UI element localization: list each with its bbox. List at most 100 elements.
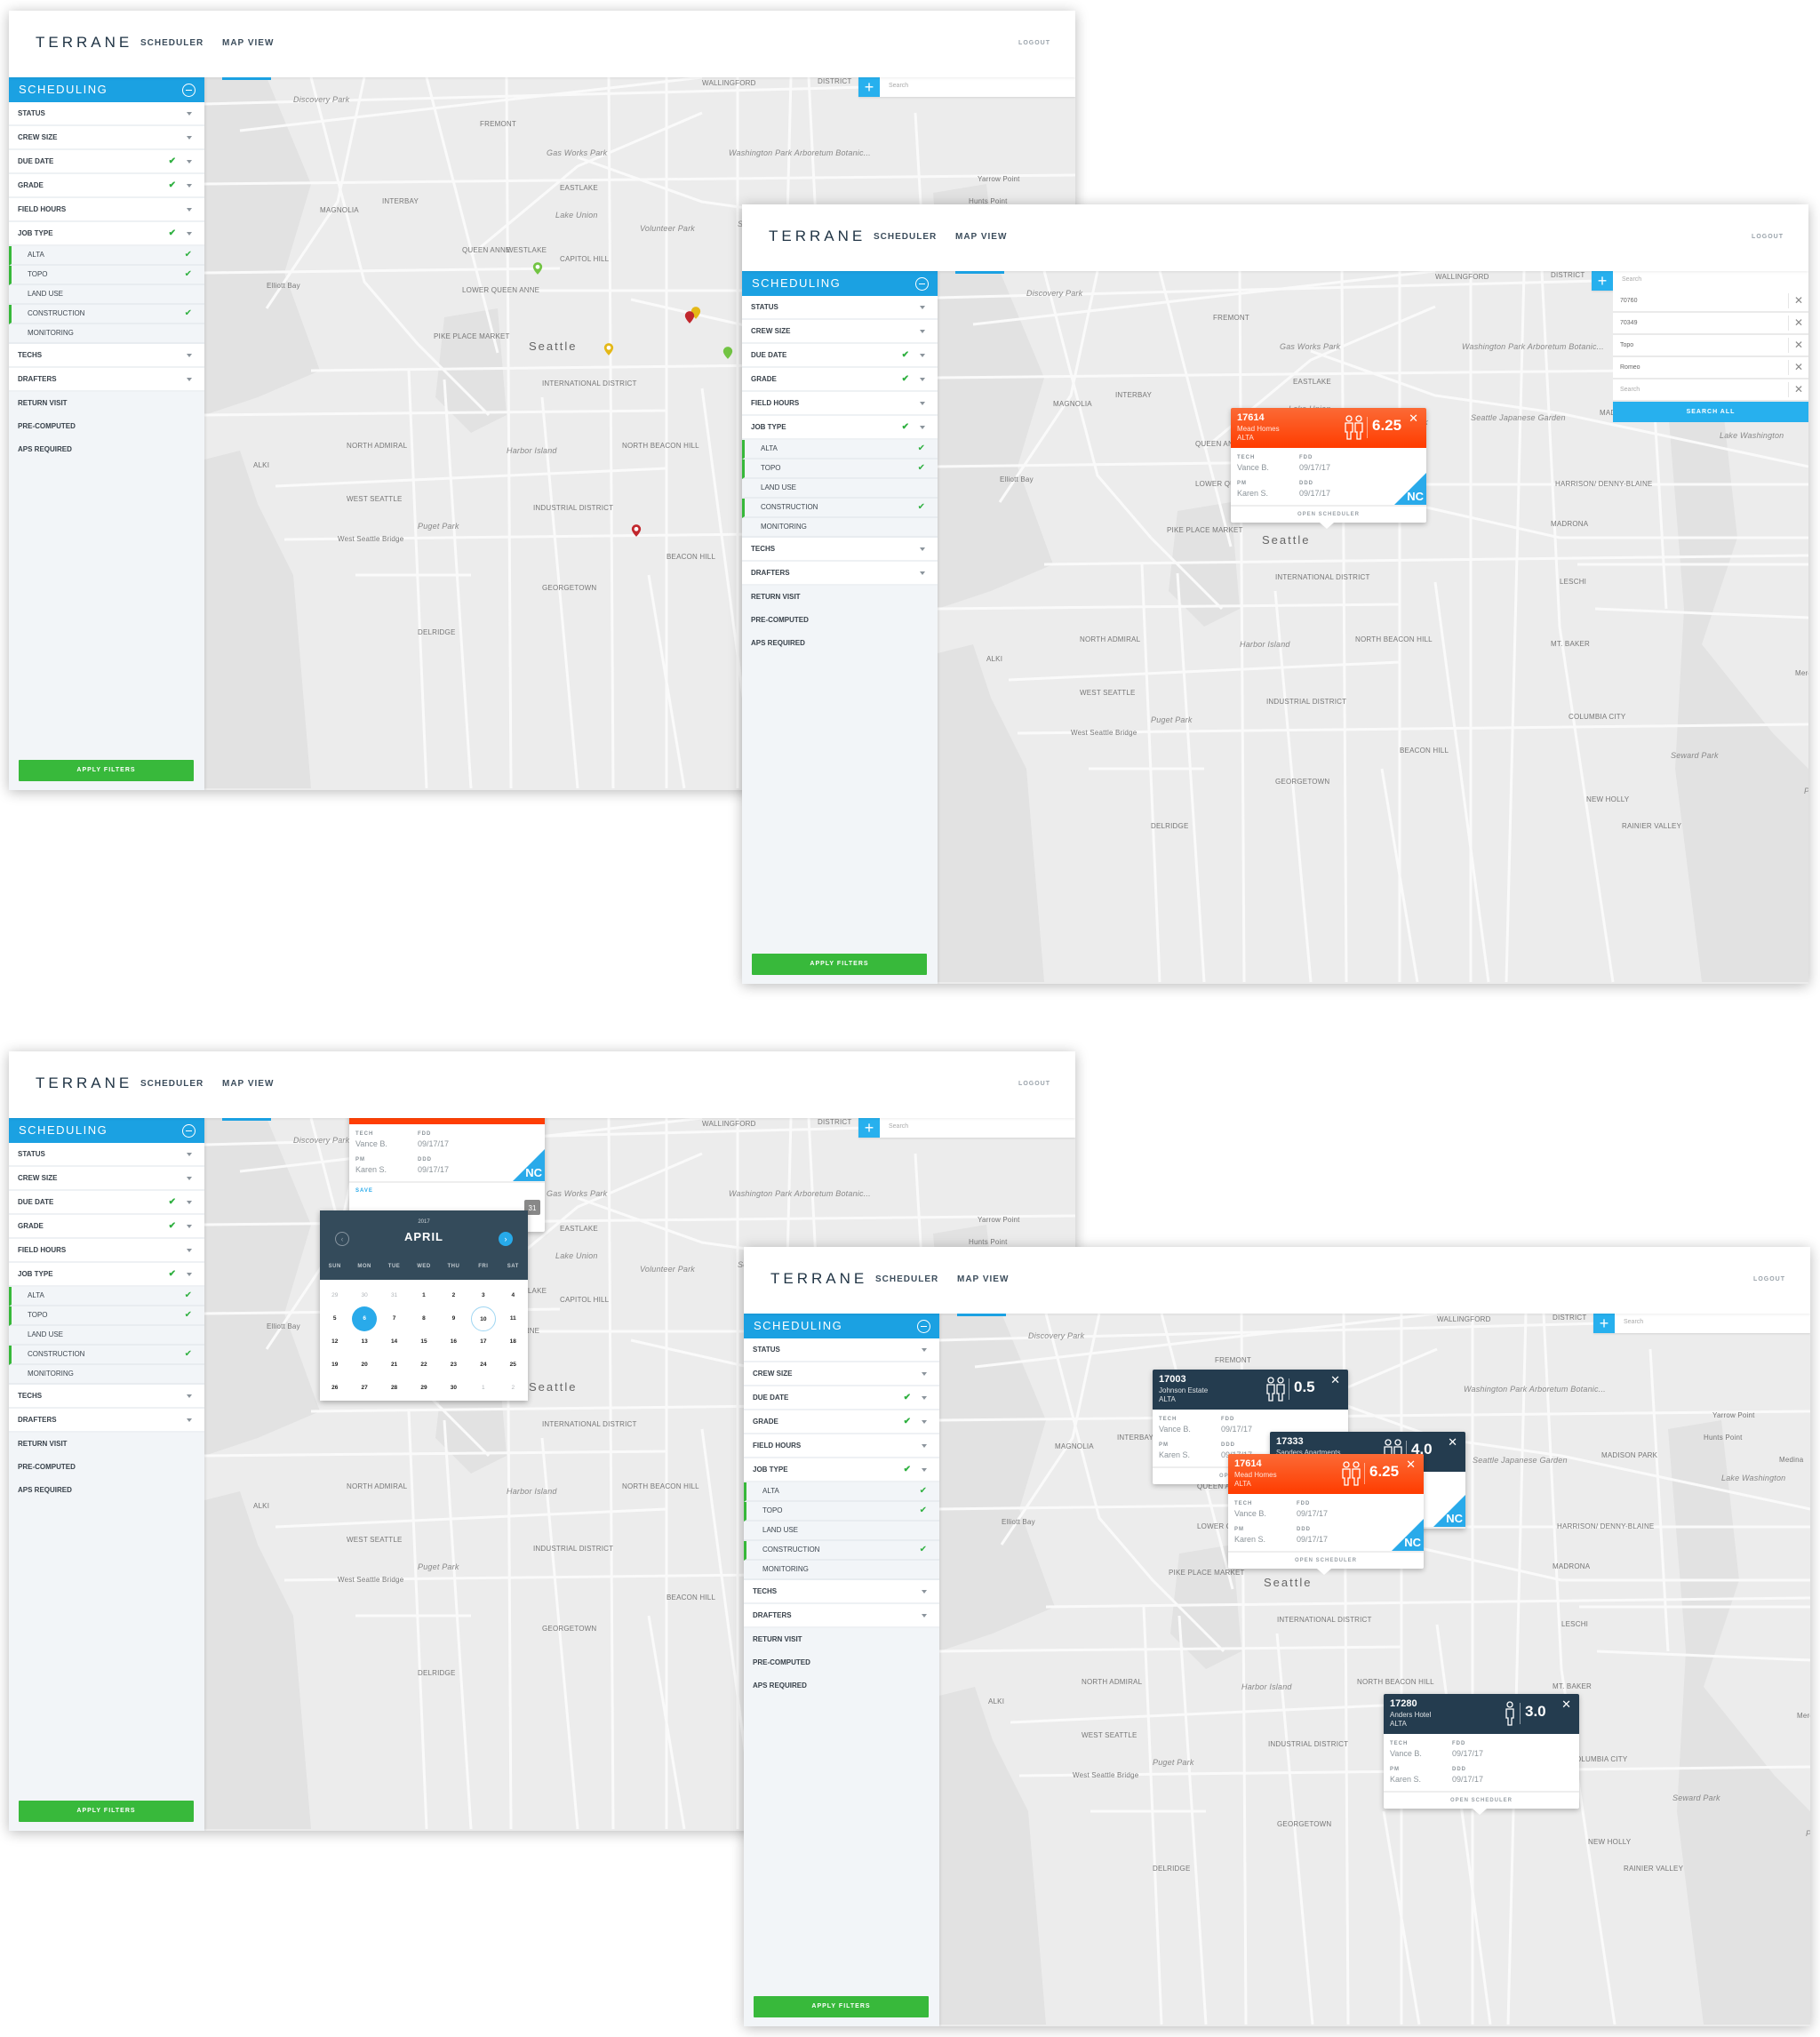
apply-filters-button[interactable]: APPLY FILTERS — [19, 1801, 194, 1822]
search-all-button[interactable]: SEARCH ALL — [1613, 402, 1808, 422]
calendar-day[interactable]: 14 — [379, 1335, 409, 1349]
chevron-down-icon[interactable] — [920, 571, 925, 575]
job-type-topo[interactable]: TOPO ✔ — [742, 459, 938, 479]
chevron-down-icon[interactable] — [920, 378, 925, 381]
remove-term-close-icon[interactable]: ✕ — [1788, 382, 1808, 397]
filter-techs[interactable]: TECHS — [9, 344, 204, 368]
calendar-day[interactable]: 21 — [379, 1358, 409, 1372]
job-type-land-use[interactable]: LAND USE — [742, 479, 938, 499]
calendar-day[interactable]: 23 — [439, 1358, 468, 1372]
close-icon[interactable]: ✕ — [1448, 1435, 1457, 1450]
chevron-down-icon[interactable] — [920, 402, 925, 405]
filter-field-hours[interactable]: FIELD HOURS — [9, 1239, 204, 1263]
calendar-day[interactable]: 9 — [439, 1312, 468, 1326]
remove-term-close-icon[interactable]: ✕ — [1788, 316, 1808, 331]
calendar-day[interactable]: 17 — [468, 1335, 498, 1349]
toggle-aps-required[interactable]: APS REQUIRED — [9, 438, 204, 461]
remove-term-close-icon[interactable]: ✕ — [1788, 338, 1808, 353]
toggle-pre-computed[interactable]: PRE-COMPUTED — [9, 415, 204, 438]
chevron-down-icon[interactable] — [922, 1614, 927, 1618]
filter-due-date[interactable]: DUE DATE ✔ — [9, 150, 204, 174]
collapse-minus-icon[interactable] — [182, 84, 196, 97]
map-pin-icon[interactable] — [631, 523, 642, 538]
calendar-day[interactable]: 24 — [468, 1358, 498, 1372]
filter-status[interactable]: STATUS — [9, 1143, 204, 1167]
chevron-down-icon[interactable] — [187, 184, 192, 188]
map-view[interactable]: WALLINGFORDDISTRICTLAURELHURSTFREMONTDis… — [939, 1314, 1810, 2026]
logout-link[interactable]: LOGOUT — [1753, 1276, 1785, 1282]
filter-due-date[interactable]: DUE DATE ✔ — [742, 344, 938, 368]
toggle-pre-computed[interactable]: PRE-COMPUTED — [744, 1651, 939, 1674]
calendar-day[interactable]: 19 — [320, 1358, 349, 1372]
chevron-down-icon[interactable] — [187, 1153, 192, 1156]
calendar-day[interactable]: 6 — [349, 1306, 379, 1331]
filter-techs[interactable]: TECHS — [744, 1580, 939, 1604]
calendar-day[interactable]: 16 — [439, 1335, 468, 1349]
job-type-construction[interactable]: CONSTRUCTION ✔ — [742, 499, 938, 518]
remove-term-close-icon[interactable]: ✕ — [1788, 293, 1808, 308]
close-icon[interactable]: ✕ — [1561, 1698, 1571, 1712]
search-input[interactable]: Search — [889, 1123, 908, 1130]
toggle-aps-required[interactable]: APS REQUIRED — [9, 1479, 204, 1502]
calendar-day[interactable]: 28 — [379, 1381, 409, 1395]
search-input[interactable]: Search — [1624, 1319, 1643, 1325]
map-view[interactable]: WALLINGFORDDISTRICTLAURELHURSTFREMONTDis… — [938, 271, 1808, 984]
close-icon[interactable]: ✕ — [1330, 1373, 1340, 1387]
job-type-monitoring[interactable]: MONITORING — [744, 1561, 939, 1580]
close-icon[interactable]: ✕ — [1406, 1458, 1416, 1472]
filter-job-type[interactable]: JOB TYPE ✔ — [9, 222, 204, 246]
chevron-down-icon[interactable] — [187, 1177, 192, 1180]
filter-crew-size[interactable]: CREW SIZE — [9, 126, 204, 150]
open-scheduler-button[interactable]: OPEN SCHEDULER — [1228, 1553, 1424, 1569]
nav-scheduler[interactable]: SCHEDULER — [874, 232, 937, 242]
job-type-land-use[interactable]: LAND USE — [9, 285, 204, 305]
chevron-down-icon[interactable] — [920, 547, 925, 551]
job-type-topo[interactable]: TOPO ✔ — [9, 266, 204, 285]
nav-scheduler[interactable]: SCHEDULER — [140, 38, 204, 48]
chevron-down-icon[interactable] — [922, 1444, 927, 1448]
chevron-down-icon[interactable] — [187, 354, 192, 357]
filter-job-type[interactable]: JOB TYPE ✔ — [744, 1458, 939, 1482]
filter-due-date[interactable]: DUE DATE ✔ — [9, 1191, 204, 1215]
job-type-land-use[interactable]: LAND USE — [744, 1522, 939, 1541]
next-month-chevron-right-icon[interactable]: › — [499, 1232, 513, 1246]
logout-link[interactable]: LOGOUT — [1752, 234, 1784, 240]
save-button[interactable]: SAVE — [355, 1188, 373, 1194]
filter-drafters[interactable]: DRAFTERS — [9, 368, 204, 392]
job-type-topo[interactable]: TOPO ✔ — [744, 1502, 939, 1522]
calendar-day[interactable]: 30 — [439, 1381, 468, 1395]
filter-grade[interactable]: GRADE ✔ — [9, 1215, 204, 1239]
calendar-day[interactable]: 5 — [320, 1312, 349, 1326]
filter-due-date[interactable]: DUE DATE ✔ — [744, 1386, 939, 1410]
calendar-day[interactable]: 2 — [439, 1289, 468, 1303]
chevron-down-icon[interactable] — [920, 354, 925, 357]
calendar-day[interactable]: 29 — [320, 1289, 349, 1303]
job-type-land-use[interactable]: LAND USE — [9, 1326, 204, 1346]
filter-techs[interactable]: TECHS — [742, 538, 938, 562]
toggle-aps-required[interactable]: APS REQUIRED — [744, 1674, 939, 1698]
job-type-alta[interactable]: ALTA ✔ — [742, 440, 938, 459]
calendar-day[interactable]: 22 — [409, 1358, 438, 1372]
chevron-down-icon[interactable] — [187, 1394, 192, 1398]
calendar-day[interactable]: 8 — [409, 1312, 438, 1326]
search-term-input[interactable]: Search — [1620, 387, 1640, 393]
job-type-alta[interactable]: ALTA ✔ — [9, 246, 204, 266]
toggle-pre-computed[interactable]: PRE-COMPUTED — [742, 609, 938, 632]
map-pin-icon[interactable] — [684, 310, 695, 324]
search-term-value[interactable]: 70760 — [1620, 298, 1637, 304]
apply-filters-button[interactable]: APPLY FILTERS — [754, 1996, 929, 2017]
search-term-value[interactable]: Topo — [1620, 342, 1633, 348]
collapse-minus-icon[interactable] — [915, 277, 929, 291]
apply-filters-button[interactable]: APPLY FILTERS — [19, 760, 194, 781]
open-scheduler-button[interactable]: OPEN SCHEDULER — [1384, 1793, 1579, 1809]
add-search-plus-icon[interactable]: + — [858, 77, 880, 97]
collapse-minus-icon[interactable] — [182, 1124, 196, 1138]
calendar-day[interactable]: 18 — [499, 1335, 528, 1349]
filter-job-type[interactable]: JOB TYPE ✔ — [9, 1263, 204, 1287]
chevron-down-icon[interactable] — [187, 1273, 192, 1276]
chevron-down-icon[interactable] — [922, 1348, 927, 1352]
prev-month-chevron-left-icon[interactable]: ‹ — [335, 1232, 349, 1246]
chevron-down-icon[interactable] — [187, 1201, 192, 1204]
logout-link[interactable]: LOGOUT — [1018, 40, 1050, 46]
terrane-logo[interactable]: TERRANE — [769, 228, 866, 245]
